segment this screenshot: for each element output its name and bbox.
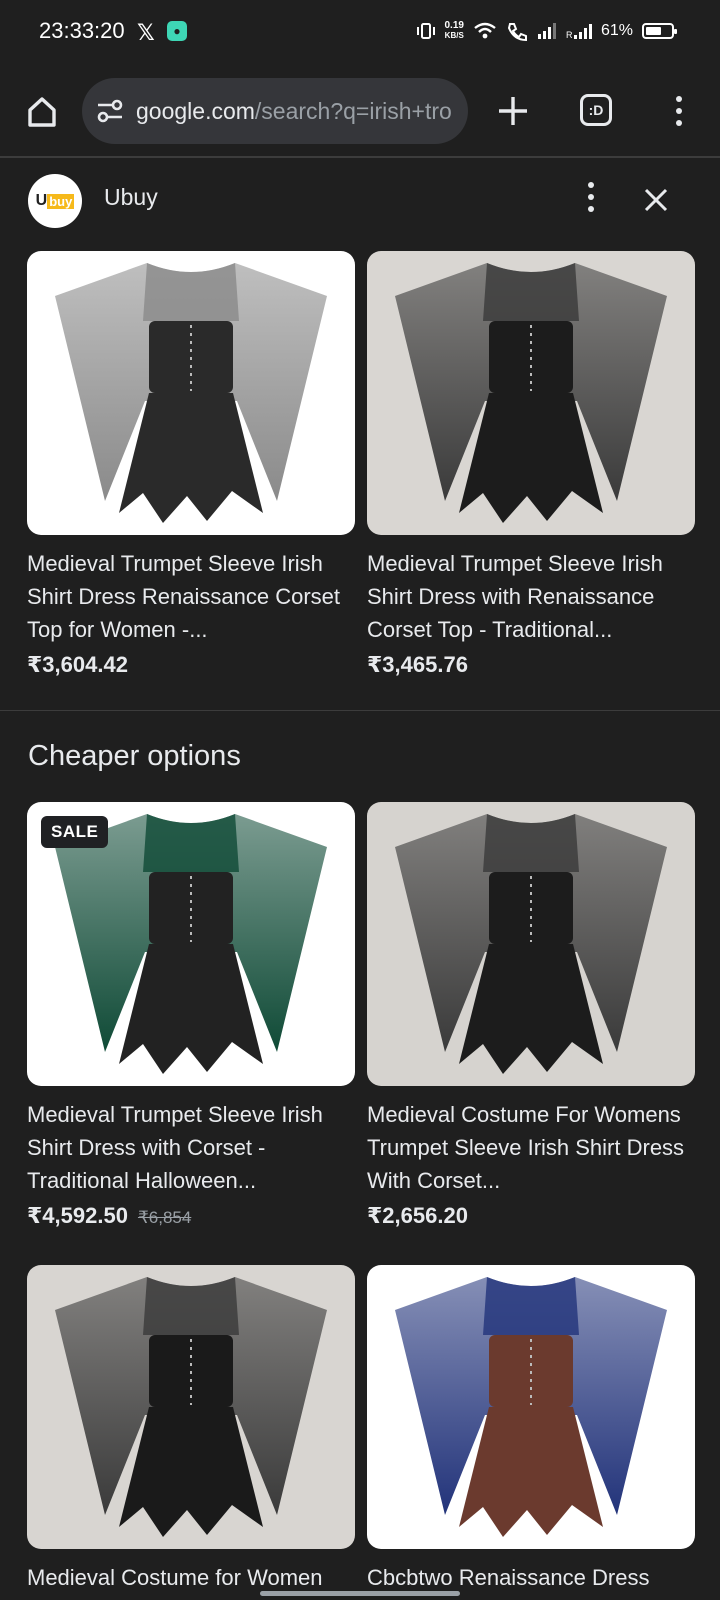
wifi-icon — [474, 22, 496, 39]
more-vert-icon — [576, 178, 606, 212]
browser-toolbar: google.com/search?q=irish+tro :D — [0, 64, 720, 158]
dress-illustration — [55, 263, 327, 523]
product-title[interactable]: Medieval Trumpet Sleeve Irish Shirt Dres… — [27, 1098, 355, 1197]
home-button[interactable] — [22, 92, 62, 132]
product-card[interactable]: SALE Medieval Trumpet Sleeve Irish Shirt… — [27, 802, 355, 1229]
section-divider — [0, 710, 720, 711]
product-card[interactable]: Medieval Costume for Women Trumpet Sleev… — [27, 1265, 355, 1600]
source-name: Ubuy — [104, 184, 158, 210]
sale-badge: SALE — [41, 816, 109, 848]
chat-app-icon: ● — [167, 21, 187, 41]
product-card[interactable]: Medieval Costume For Womens Trumpet Slee… — [367, 802, 695, 1229]
product-title[interactable]: Medieval Trumpet Sleeve Irish Shirt Dres… — [367, 547, 695, 646]
new-tab-button[interactable] — [494, 92, 532, 130]
product-image[interactable] — [27, 1265, 355, 1549]
product-card[interactable]: Cbcbtwo Renaissance Dress Women Fairy El… — [367, 1265, 695, 1600]
product-price: ₹2,656.20 — [367, 1203, 468, 1228]
plus-icon — [499, 97, 527, 125]
price-row: ₹3,465.76 — [367, 652, 695, 678]
price-row: ₹3,604.42 — [27, 652, 355, 678]
battery-icon — [642, 23, 677, 39]
signal-icon — [537, 23, 556, 39]
product-card[interactable]: Medieval Trumpet Sleeve Irish Shirt Dres… — [27, 251, 355, 678]
net-speed-value: 0.19 — [444, 20, 464, 31]
product-image[interactable] — [367, 802, 695, 1086]
original-price: ₹6,854 — [137, 1208, 192, 1227]
x-app-icon: 𝕏 — [137, 20, 155, 45]
price-row: ₹2,656.20 — [367, 1203, 695, 1229]
close-icon — [644, 188, 668, 212]
more-vert-icon — [664, 92, 694, 126]
product-image[interactable] — [367, 251, 695, 535]
url-host: google.com — [136, 98, 255, 124]
tab-switcher-button[interactable]: :D — [580, 94, 612, 126]
product-price: ₹4,592.50 — [27, 1203, 128, 1228]
dress-illustration — [395, 1277, 667, 1537]
source-logo-letter: U — [35, 192, 48, 209]
product-price: ₹3,465.76 — [367, 652, 468, 677]
dress-illustration — [55, 1277, 327, 1537]
source-logo: Ubuy — [28, 174, 82, 228]
gesture-nav-bar[interactable] — [260, 1591, 460, 1596]
price-row: ₹4,592.50 ₹6,854 — [27, 1203, 355, 1229]
section-heading: Cheaper options — [28, 740, 241, 772]
address-bar[interactable]: google.com/search?q=irish+tro — [82, 78, 468, 144]
url-text[interactable]: google.com/search?q=irish+tro — [136, 98, 452, 125]
source-more-button[interactable] — [576, 178, 606, 218]
product-image[interactable] — [367, 1265, 695, 1549]
svg-text:R: R — [566, 30, 573, 40]
dress-illustration — [395, 814, 667, 1074]
product-card[interactable]: Medieval Trumpet Sleeve Irish Shirt Dres… — [367, 251, 695, 678]
status-time: 23:33:20 — [39, 18, 125, 43]
status-bar: 23:33:20 𝕏 ● 0.19 KB/S R 61% — [0, 0, 720, 64]
product-title[interactable]: Medieval Trumpet Sleeve Irish Shirt Dres… — [27, 547, 355, 646]
battery-percent: 61% — [600, 22, 633, 39]
site-settings-icon[interactable] — [96, 98, 124, 124]
net-speed: 0.19 KB/S — [445, 21, 464, 41]
signal-roaming-icon: R — [566, 24, 592, 40]
product-image[interactable]: SALE — [27, 802, 355, 1086]
url-path: /search?q=irish+tro — [254, 98, 452, 124]
battery-level-fill — [646, 27, 661, 35]
product-image[interactable] — [27, 251, 355, 535]
status-icons: 0.19 KB/S R 61% — [416, 16, 677, 46]
call-icon — [507, 23, 527, 41]
product-title[interactable]: Medieval Costume For Womens Trumpet Slee… — [367, 1098, 695, 1197]
source-logo-badge: buy — [47, 193, 75, 209]
product-price: ₹3,604.42 — [27, 652, 128, 677]
source-header: Ubuy Ubuy — [0, 160, 720, 236]
vibrate-icon — [416, 23, 435, 39]
dress-illustration — [395, 263, 667, 523]
close-button[interactable] — [640, 184, 672, 216]
home-icon — [28, 97, 56, 127]
browser-menu-button[interactable] — [664, 92, 694, 132]
net-speed-unit: KB/S — [444, 31, 464, 40]
